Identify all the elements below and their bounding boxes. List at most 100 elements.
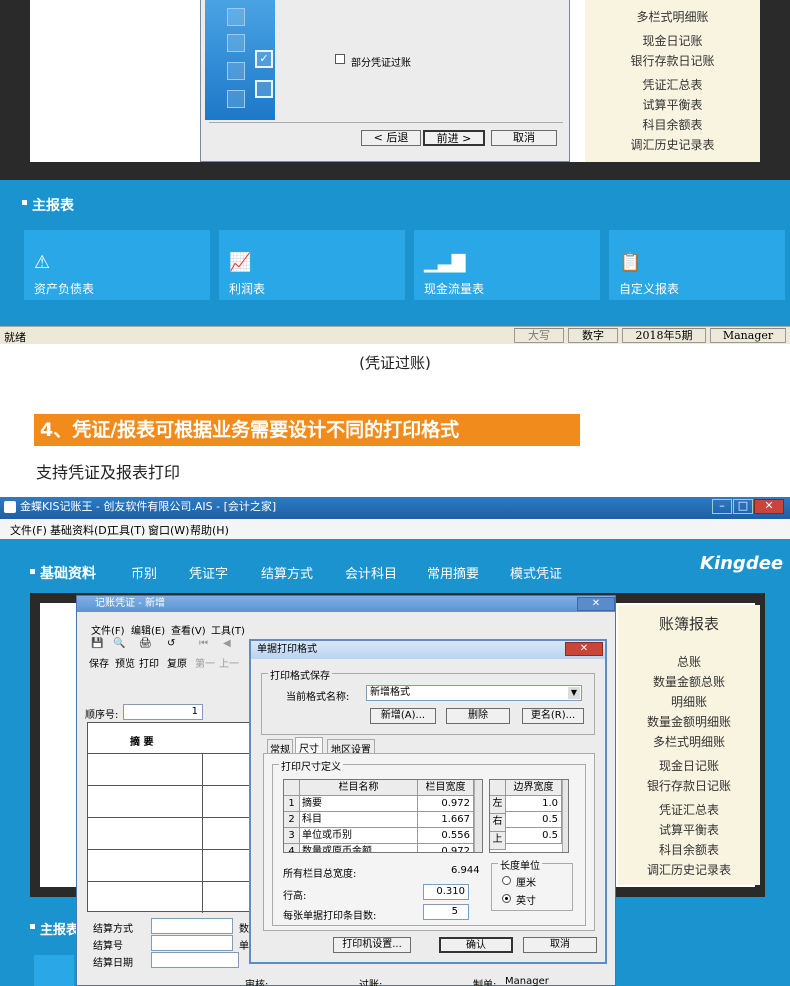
first-icon[interactable]: ⏮ [199,638,208,649]
close-icon[interactable]: ✕ [754,499,784,514]
nav-item-currency[interactable]: 币别 [131,563,157,582]
row-height-label: 行高: [283,891,307,902]
col-width-header: 栏目宽度 [418,780,474,796]
row-width[interactable]: 0.972 [418,796,474,812]
nav-item-voucher-word[interactable]: 凭证字 [189,563,228,582]
report-tile-label: 现金流量表 [424,282,485,296]
settle-date-input[interactable] [151,952,239,968]
unit-inch-radio[interactable] [502,894,511,903]
ledger-item[interactable]: 数量金额明细账 [618,713,760,730]
grid-line [88,817,250,818]
settle-no-input[interactable] [151,935,233,951]
row-name[interactable]: 摘要 [300,796,418,812]
voucher-menu-view[interactable]: 查看(V) [171,622,206,637]
ledger-item[interactable]: 总账 [618,653,760,670]
report-tile-balance-sheet[interactable]: ⚠ 资产负债表 [24,230,210,300]
back-button[interactable]: < 后退 [361,130,421,146]
menu-tools[interactable]: 工具(T) [108,522,145,538]
ledger-item[interactable]: 银行存款日记账 [585,52,760,69]
margin-value[interactable]: 0.5 [506,812,562,828]
voucher-menu-tools[interactable]: 工具(T) [211,622,245,637]
ledger-panel: 账簿报表 总账 数量金额总账 明细账 数量金额明细账 多栏式明细账 现金日记账 … [618,605,760,885]
ledger-item[interactable]: 试算平衡表 [585,96,760,113]
new-format-button[interactable]: 新增(A)... [370,708,436,724]
nav-item-settlement[interactable]: 结算方式 [261,563,313,582]
format-save-group: 打印格式保存 当前格式名称: 新增格式 ▼ 新增(A)... 删除 更名(R).… [261,667,595,735]
row-name[interactable]: 数量或原币金额 [300,844,418,852]
ledger-item[interactable]: 数量金额总账 [618,673,760,690]
seq-input[interactable]: 1 [123,704,203,720]
items-per-page-stepper[interactable]: 5 [423,904,469,920]
rename-format-button[interactable]: 更名(R)... [522,708,584,724]
ledger-item[interactable]: 试算平衡表 [618,821,760,838]
ledger-item[interactable]: 多栏式明细账 [585,8,760,25]
row-number: 4 [284,844,300,852]
format-name-select[interactable]: 新增格式 ▼ [366,685,582,701]
unit-cm-radio[interactable] [502,876,511,885]
delete-format-button[interactable]: 删除 [446,708,510,724]
maximize-icon[interactable]: □ [733,499,753,514]
menu-basic-data[interactable]: 基础资料(D) [50,522,111,538]
unit-cm-label: 厘米 [516,878,536,889]
settle-method-select[interactable] [151,918,233,934]
restore-icon[interactable]: ↺ [167,638,175,649]
vertical-scrollbar[interactable] [562,780,568,852]
close-icon[interactable]: ✕ [577,597,615,611]
menu-window[interactable]: 窗口(W) [148,522,189,538]
partial-post-checkbox[interactable] [335,54,345,64]
total-width-label: 所有栏目总宽度: [283,869,357,880]
ledger-item[interactable]: 现金日记账 [585,32,760,49]
margin-side: 右 [490,814,506,832]
menu-file[interactable]: 文件(F) [10,522,47,538]
row-width[interactable]: 0.972 [418,844,474,852]
voucher-menu-edit[interactable]: 编辑(E) [131,622,165,637]
partial-post-label: 部分凭证过账 [351,58,411,69]
ledger-item[interactable]: 现金日记账 [618,757,760,774]
row-name[interactable]: 单位或币别 [300,828,418,844]
ledger-item[interactable]: 银行存款日记账 [618,777,760,794]
margin-value[interactable]: 0.5 [506,828,562,844]
prev-icon[interactable]: ◀ [223,638,231,649]
preview-icon[interactable]: 🔍 [113,638,125,649]
report-tile-cashflow[interactable]: ▁▃▇ 现金流量表 [414,230,600,300]
ledger-item[interactable]: 调汇历史记录表 [618,861,760,878]
ledger-item[interactable]: 明细账 [618,693,760,710]
ledger-item[interactable]: 多栏式明细账 [618,733,760,750]
ledger-item[interactable]: 科目余额表 [618,841,760,858]
row-name[interactable]: 科目 [300,812,418,828]
row-height-input[interactable]: 0.310 [423,884,469,900]
nav-item-summary[interactable]: 常用摘要 [427,563,479,582]
warning-triangle-icon: ⚠ [34,252,51,273]
menu-help[interactable]: 帮助(H) [190,522,229,538]
ledger-item[interactable]: 凭证汇总表 [585,76,760,93]
row-width[interactable]: 0.556 [418,828,474,844]
report-tile-income[interactable]: 📈 利润表 [219,230,405,300]
ledger-item[interactable]: 调汇历史记录表 [585,136,760,153]
summary-header: 摘 要 [130,737,154,748]
row-width[interactable]: 1.667 [418,812,474,828]
app-title: 金蝶KIS记账王 - 创友软件有限公司.AIS - [会计之家] [20,500,277,513]
bullet-icon [22,200,27,205]
close-icon[interactable]: ✕ [565,642,603,656]
vertical-scrollbar[interactable] [474,780,482,852]
ledger-item[interactable]: 科目余额表 [585,116,760,133]
ledger-item[interactable]: 凭证汇总表 [618,801,760,818]
margin-value[interactable]: 1.0 [506,796,562,812]
save-icon[interactable]: 💾 [91,638,103,649]
report-tile[interactable] [34,955,74,986]
report-tile-custom[interactable]: 📋 自定义报表 [609,230,785,300]
size-group: 打印尺寸定义 栏目名称 栏目宽度 1 摘要 0.972 2 科目 1.667 3… [272,758,586,926]
minimize-icon[interactable]: – [712,499,732,514]
ok-button[interactable]: 确认 [439,937,513,953]
section-title-main-reports: 主报表 [32,198,74,214]
next-button[interactable]: 前进 > [423,130,485,146]
cancel-button[interactable]: 取消 [523,937,597,953]
col-name-header: 栏目名称 [300,780,418,796]
nav-item-template[interactable]: 模式凭证 [510,563,562,582]
cancel-button[interactable]: 取消 [491,130,557,146]
print-icon[interactable]: 🖨 [139,638,152,649]
voucher-menu-file[interactable]: 文件(F) [91,622,125,637]
app-icon [4,501,16,513]
printer-setup-button[interactable]: 打印机设置... [333,937,411,953]
nav-item-accounts[interactable]: 会计科目 [345,563,397,582]
